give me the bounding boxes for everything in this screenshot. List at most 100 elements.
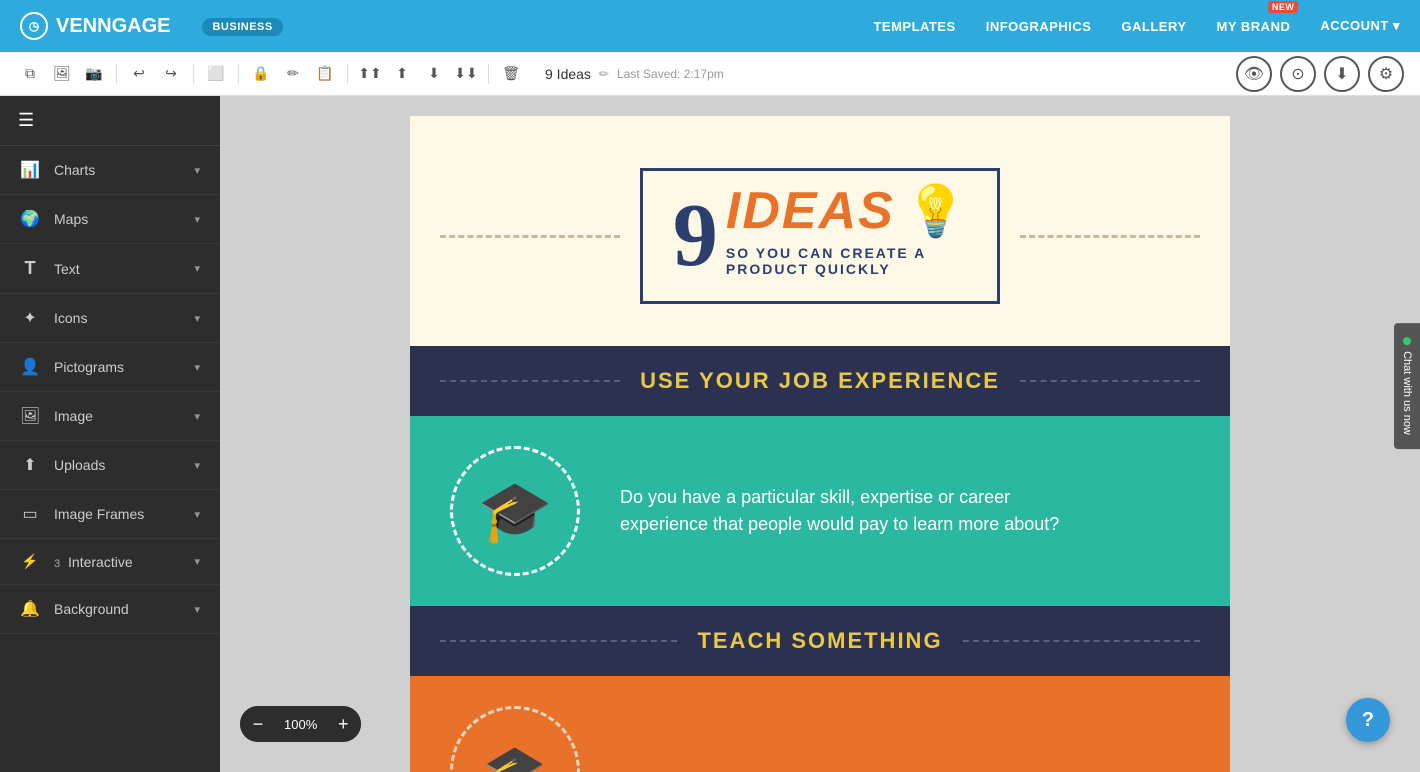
job-experience-text: Do you have a particular skill, expertis… [620, 484, 1059, 538]
background-icon: 🔔 [20, 599, 40, 619]
toolbar-settings-btn[interactable]: ⚙ [1368, 56, 1404, 92]
job-experience-title: USE YOUR JOB EXPERIENCE [640, 368, 1000, 394]
toolbar-edit-btn[interactable]: ✏ [279, 60, 307, 88]
toolbar-photo-btn[interactable]: 📷 [80, 60, 108, 88]
banner-dashes-right [1020, 380, 1200, 382]
sidebar-item-pictograms[interactable]: 👤 Pictograms ▾ [0, 343, 220, 392]
title-ideas-row: IDEAS 💡 [726, 181, 967, 241]
background-chevron-icon: ▾ [194, 603, 200, 616]
maps-label: Maps [54, 211, 88, 227]
toolbar-share-btn[interactable]: ⊙ [1280, 56, 1316, 92]
nav-my-brand[interactable]: MY BRAND NEW [1217, 19, 1291, 34]
uploads-chevron-icon: ▾ [194, 459, 200, 472]
toolbar-undo-btn[interactable]: ↩ [125, 60, 153, 88]
toolbar-title-edit-icon[interactable]: ✏ [599, 67, 609, 81]
nav-links: TEMPLATES INFOGRAPHICS GALLERY MY BRAND … [873, 18, 1400, 34]
sidebar: ☰ 📊 Charts ▾ 🌍 Maps ▾ T Text ▾ [0, 96, 220, 772]
charts-icon: 📊 [20, 160, 40, 180]
title-ideas-text: IDEAS [726, 181, 895, 241]
interactive-label: 3 Interactive [54, 554, 133, 570]
image-label: Image [54, 408, 93, 424]
sidebar-item-background[interactable]: 🔔 Background ▾ [0, 585, 220, 634]
main-layout: ☰ 📊 Charts ▾ 🌍 Maps ▾ T Text ▾ [0, 96, 1420, 772]
toolbar-delete-btn[interactable]: 🗑 [497, 60, 525, 88]
lightbulb-icon: 💡 [905, 182, 967, 241]
graduation-cap-icon: 🎓 [478, 476, 553, 547]
infographic: 9 IDEAS 💡 SO YOU CAN CREATE APRODUCT QUI… [410, 116, 1230, 772]
toolbar-center: 9 Ideas ✏ Last Saved: 2:17pm [545, 66, 724, 82]
sidebar-item-charts[interactable]: 📊 Charts ▾ [0, 146, 220, 195]
chat-online-dot [1403, 337, 1411, 345]
image-chevron-icon: ▾ [194, 410, 200, 423]
zoom-level: 100% [276, 717, 325, 732]
toolbar-up-btn[interactable]: ⬆ [388, 60, 416, 88]
hamburger-button[interactable]: ☰ [12, 104, 208, 137]
toolbar-separator-3 [238, 64, 239, 84]
charts-label: Charts [54, 162, 95, 178]
sidebar-item-uploads[interactable]: ⬆ Uploads ▾ [0, 441, 220, 490]
toolbar-image-btn[interactable]: 🖼 [48, 60, 76, 88]
banner-dashes-left [440, 380, 620, 382]
sidebar-item-text[interactable]: T Text ▾ [0, 244, 220, 294]
icons-icon: ✦ [20, 308, 40, 328]
zoom-in-button[interactable]: + [325, 706, 361, 742]
infographic-header: 9 IDEAS 💡 SO YOU CAN CREATE APRODUCT QUI… [410, 116, 1230, 346]
toolbar-saved-text: Last Saved: 2:17pm [617, 67, 724, 81]
logo-text: VENNGAGE [56, 15, 170, 38]
text-icon: T [20, 258, 40, 279]
new-badge: NEW [1268, 1, 1299, 13]
toolbar-view-btn[interactable]: 👁 [1236, 56, 1272, 92]
chat-label: Chat with us now [1401, 351, 1413, 435]
sidebar-item-maps[interactable]: 🌍 Maps ▾ [0, 195, 220, 244]
toolbar-bottom-btn[interactable]: ⬇⬇ [452, 60, 480, 88]
chat-widget[interactable]: Chat with us now [1394, 323, 1420, 449]
teach-icon: 🎓 [484, 742, 546, 772]
toolbar-down-btn[interactable]: ⬇ [420, 60, 448, 88]
sidebar-item-interactive[interactable]: ⚡ 3 Interactive ▾ [0, 539, 220, 585]
toolbar-redo-btn[interactable]: ↪ [157, 60, 185, 88]
canvas-area[interactable]: 9 IDEAS 💡 SO YOU CAN CREATE APRODUCT QUI… [220, 96, 1420, 772]
zoom-out-button[interactable]: − [240, 706, 276, 742]
sidebar-item-image[interactable]: 🖼 Image ▾ [0, 392, 220, 441]
dashed-line-left [440, 235, 620, 238]
nav-gallery[interactable]: GALLERY [1121, 19, 1186, 34]
nav-account[interactable]: ACCOUNT ▾ [1320, 18, 1400, 34]
teach-banner-dashes-right [963, 640, 1200, 642]
maps-chevron-icon: ▾ [194, 213, 200, 226]
zoom-controls: − 100% + [240, 706, 361, 742]
help-button[interactable]: ? [1346, 698, 1390, 742]
business-badge[interactable]: BUSINESS [202, 18, 282, 36]
interactive-icon: ⚡ [20, 553, 40, 570]
toolbar-right-buttons: 👁 ⊙ ⬇ ⚙ [1236, 56, 1404, 92]
canvas-wrapper: 9 IDEAS 💡 SO YOU CAN CREATE APRODUCT QUI… [410, 116, 1230, 752]
sidebar-item-image-frames[interactable]: ▭ Image Frames ▾ [0, 490, 220, 539]
teach-banner-dashes-left [440, 640, 677, 642]
pictograms-icon: 👤 [20, 357, 40, 377]
toolbar-title: 9 Ideas [545, 66, 591, 82]
title-subtitle: SO YOU CAN CREATE APRODUCT QUICKLY [726, 245, 967, 277]
toolbar-duplicate-btn[interactable]: ⧉ [16, 60, 44, 88]
toolbar-copy-btn[interactable]: 📋 [311, 60, 339, 88]
nav-templates[interactable]: TEMPLATES [873, 19, 955, 34]
image-frames-label: Image Frames [54, 506, 144, 522]
logo-icon: ◷ [20, 12, 48, 40]
teach-icon-circle: 🎓 [450, 706, 580, 772]
toolbar-lock-btn[interactable]: 🔒 [247, 60, 275, 88]
sidebar-item-icons[interactable]: ✦ Icons ▾ [0, 294, 220, 343]
top-navigation: ◷ VENNGAGE BUSINESS TEMPLATES INFOGRAPHI… [0, 0, 1420, 52]
uploads-icon: ⬆ [20, 455, 40, 475]
job-experience-banner: USE YOUR JOB EXPERIENCE [410, 346, 1230, 416]
toolbar-download-btn[interactable]: ⬇ [1324, 56, 1360, 92]
nav-infographics[interactable]: INFOGRAPHICS [986, 19, 1092, 34]
toolbar-frame-btn[interactable]: ⬜ [202, 60, 230, 88]
toolbar-top-btn[interactable]: ⬆⬆ [356, 60, 384, 88]
interactive-chevron-icon: ▾ [194, 555, 200, 568]
image-icon: 🖼 [20, 406, 40, 426]
logo[interactable]: ◷ VENNGAGE [20, 12, 170, 40]
title-box: 9 IDEAS 💡 SO YOU CAN CREATE APRODUCT QUI… [640, 168, 1000, 304]
toolbar-left-buttons: ⧉ 🖼 📷 ↩ ↪ ⬜ 🔒 ✏ 📋 ⬆⬆ ⬆ ⬇ ⬇⬇ 🗑 [16, 60, 525, 88]
icons-label: Icons [54, 310, 87, 326]
toolbar-separator-4 [347, 64, 348, 84]
teach-something-body: 🎓 [410, 676, 1230, 772]
background-label: Background [54, 601, 129, 617]
